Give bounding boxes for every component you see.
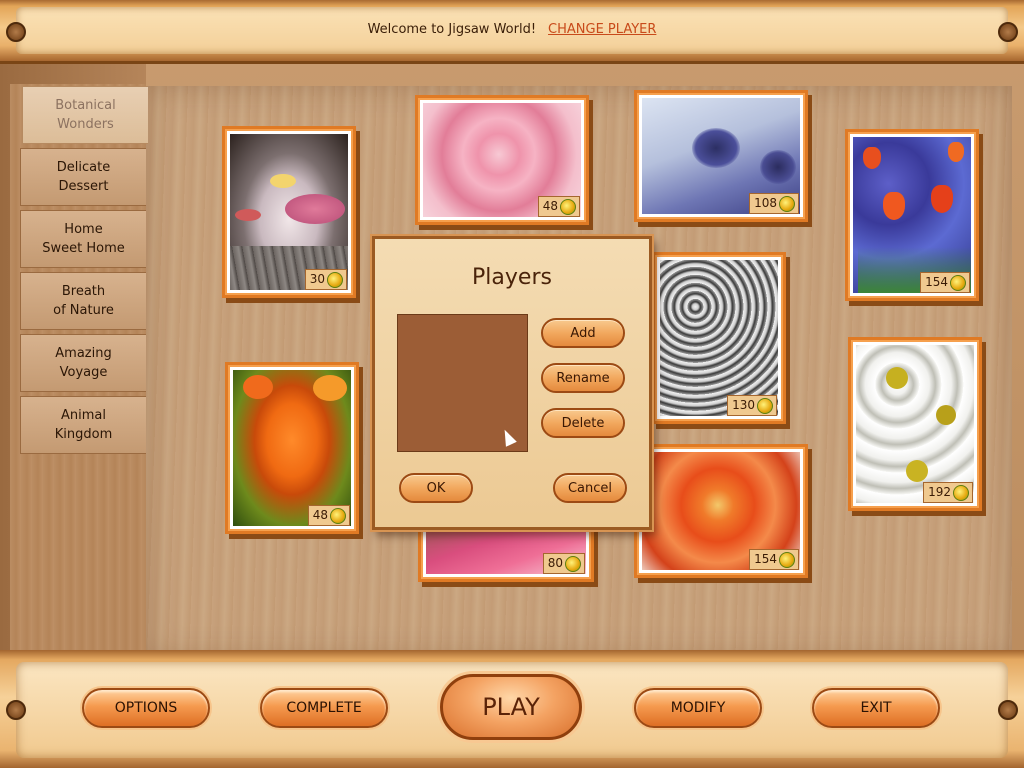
white-blossoms-image — [660, 260, 778, 416]
player-list[interactable] — [397, 314, 528, 452]
change-player-link[interactable]: CHANGE PLAYER — [548, 22, 656, 37]
piece-count-badge: 108 — [749, 193, 799, 214]
piece-count: 80 — [547, 556, 563, 570]
sidebar-item-home-sweet-home[interactable]: Home Sweet Home — [20, 210, 146, 268]
puzzle-thumb-thistle[interactable]: 108 — [634, 90, 808, 222]
sidebar-item-animal-kingdom[interactable]: Animal Kingdom — [20, 396, 146, 454]
puzzle-piece-icon — [565, 555, 581, 572]
exit-button[interactable]: EXIT — [812, 688, 940, 728]
piece-count: 154 — [925, 275, 948, 289]
puzzle-piece-icon — [779, 551, 795, 568]
sidebar-item-amazing-voyage[interactable]: Amazing Voyage — [20, 334, 146, 392]
puzzle-thumb-orange-rose[interactable]: 48 — [225, 362, 359, 534]
rename-player-button[interactable]: Rename — [541, 363, 625, 393]
cancel-button[interactable]: Cancel — [553, 473, 627, 503]
puzzle-piece-icon — [950, 274, 966, 291]
puzzle-piece-icon — [327, 271, 343, 288]
puzzle-piece-icon — [757, 397, 773, 414]
tulips-image — [853, 137, 971, 293]
candles-image — [230, 134, 348, 290]
mouse-cursor-icon — [499, 427, 517, 447]
piece-count: 154 — [754, 552, 777, 566]
piece-count: 108 — [754, 196, 777, 210]
bottom-left-rivet-icon — [6, 700, 26, 720]
orange-rose-image — [233, 370, 351, 526]
ok-button[interactable]: OK — [399, 473, 473, 503]
piece-count: 48 — [312, 508, 328, 522]
piece-count-badge: 154 — [920, 272, 970, 293]
piece-count: 30 — [309, 272, 325, 286]
players-dialog: Players Add Rename Delete OK Cancel — [372, 236, 652, 530]
piece-count: 130 — [732, 398, 755, 412]
puzzle-thumb-dahlia[interactable]: 154 — [634, 444, 808, 578]
dialog-title: Players — [472, 265, 552, 290]
sidebar-item-breath-of-nature[interactable]: Breath of Nature — [20, 272, 146, 330]
play-button[interactable]: PLAY — [440, 674, 582, 740]
game-screen: Welcome to Jigsaw World! CHANGE PLAYER Bo… — [0, 0, 1024, 768]
piece-count-badge: 48 — [537, 196, 580, 217]
delete-player-button[interactable]: Delete — [541, 408, 625, 438]
piece-count-badge: 80 — [542, 553, 585, 574]
puzzle-thumb-daisies[interactable]: 192 — [848, 337, 982, 511]
bottom-right-rivet-icon — [998, 700, 1018, 720]
puzzle-thumb-pink-rose[interactable]: 48 — [415, 95, 589, 225]
puzzle-thumb-candles[interactable]: 30 — [222, 126, 356, 298]
puzzle-piece-icon — [779, 195, 795, 212]
puzzle-thumb-white-blossoms[interactable]: 130 — [652, 252, 786, 424]
welcome-line: Welcome to Jigsaw World! CHANGE PLAYER — [0, 22, 1024, 37]
piece-count-badge: 192 — [923, 482, 973, 503]
puzzle-piece-icon — [560, 198, 576, 215]
puzzle-piece-icon — [330, 507, 346, 524]
modify-button[interactable]: MODIFY — [634, 688, 762, 728]
piece-count: 48 — [542, 199, 558, 213]
sidebar-item-delicate-dessert[interactable]: Delicate Dessert — [20, 148, 146, 206]
piece-count: 192 — [928, 485, 951, 499]
daisies-image — [856, 345, 974, 503]
add-player-button[interactable]: Add — [541, 318, 625, 348]
welcome-text: Welcome to Jigsaw World! — [367, 22, 537, 37]
puzzle-thumb-tulips[interactable]: 154 — [845, 129, 979, 301]
piece-count-badge: 48 — [307, 505, 350, 526]
puzzle-piece-icon — [953, 484, 969, 501]
sidebar-item-botanical-wonders[interactable]: Botanical Wonders — [22, 86, 148, 144]
piece-count-badge: 30 — [304, 269, 347, 290]
piece-count-badge: 130 — [727, 395, 777, 416]
complete-button[interactable]: COMPLETE — [260, 688, 388, 728]
piece-count-badge: 154 — [749, 549, 799, 570]
options-button[interactable]: OPTIONS — [82, 688, 210, 728]
